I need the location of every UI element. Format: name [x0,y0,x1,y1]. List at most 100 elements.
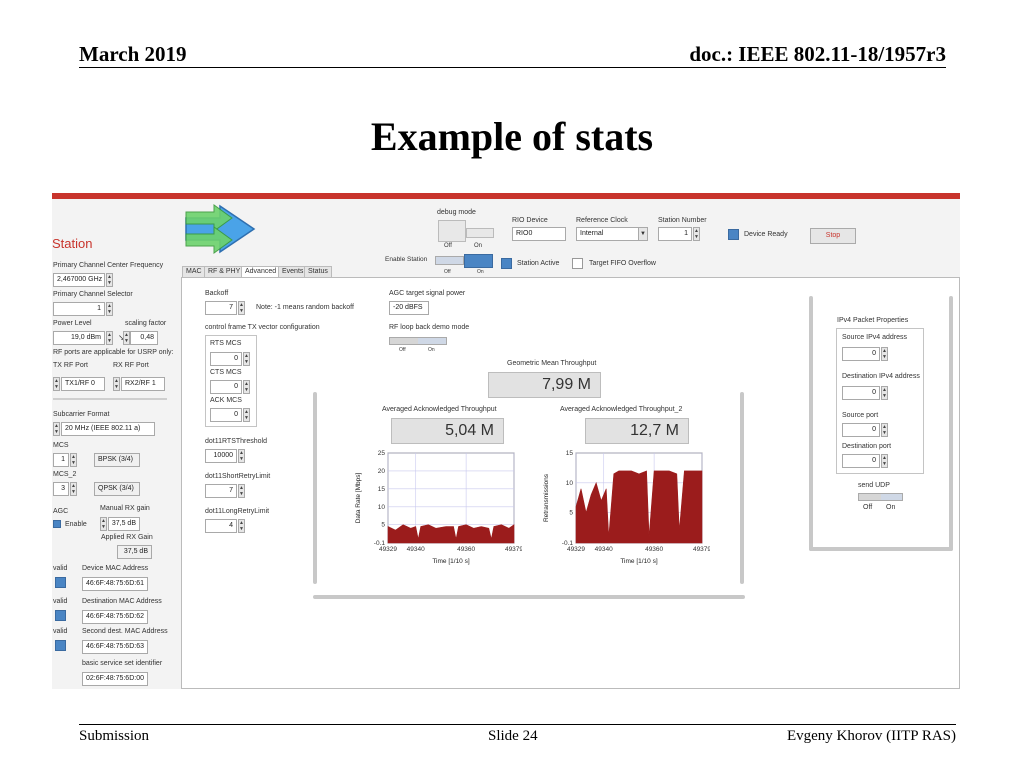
x-tick-label: 49379 [693,546,710,553]
dst-ip-label: Destination IPv4 address [842,373,920,380]
enable-station-off-label: Off [444,269,451,275]
backoff-field[interactable]: 7 [205,301,237,315]
power-level-spinner[interactable]: ▲ ▼ [106,331,113,345]
chevron-down-icon[interactable]: ▼ [638,227,648,241]
src-port-spinner[interactable]: ▲ ▼ [881,423,888,437]
x-tick-label: 49329 [567,546,585,553]
station-number-field[interactable]: 1 [658,227,692,241]
y-tick-label: 10 [566,480,574,487]
ack-mcs-spinner[interactable]: ▲ ▼ [243,408,250,422]
tx-rf-field[interactable]: TX1/RF 0 [61,377,105,391]
scaling-factor-spinner[interactable]: ▲ ▼ [123,331,130,345]
dst-port-spinner[interactable]: ▲ ▼ [881,454,888,468]
station-number-label: Station Number [658,217,707,224]
cts-mcs-spinner[interactable]: ▲ ▼ [243,380,250,394]
station-active-label: Station Active [517,260,560,267]
stop-button[interactable]: Stop [810,228,856,244]
rio-device-label: RIO Device [512,217,548,224]
ack-mcs-field[interactable]: 0 [210,408,242,422]
rf-loop-switch[interactable] [389,337,447,345]
y-tick-label: 5 [381,522,385,529]
enable-station-off[interactable] [435,256,464,265]
rts-mcs-spinner[interactable]: ▲ ▼ [243,352,250,366]
primary-sel-field[interactable]: 1 [53,302,105,316]
rx-rf-spinner[interactable]: ▲ ▼ [113,377,120,391]
bssid-field[interactable]: 02:6F:48:75:6D:00 [82,672,148,686]
debug-mode-switch[interactable] [438,220,466,242]
scaling-factor-field[interactable]: 0,48 [130,331,158,345]
dst-port-field[interactable]: 0 [842,454,880,468]
src-port-field[interactable]: 0 [842,423,880,437]
dst-ip-field[interactable]: 0 [842,386,880,400]
app-screenshot: Station debug mode Off On RIO Device RIO… [52,193,960,689]
debug-mode-track[interactable] [466,228,494,238]
station-label: Station [52,236,93,251]
primary-freq-spinner[interactable]: ▲ ▼ [106,273,113,287]
x-axis-label: Time [1/10 s] [432,558,470,565]
enable-station-switch[interactable] [464,254,493,268]
rts-threshold-field[interactable]: 10000 [205,449,237,463]
enable-station-label: Enable Station [385,256,428,263]
send-udp-switch[interactable] [858,493,903,501]
mcs2-spinner[interactable]: ▲ ▼ [70,482,77,496]
data-rate-chart: 49329 49340 49360 49379 25 20 15 10 5 -0.1 Time [1… [355,450,522,565]
tx-rf-spinner[interactable]: ▲ ▼ [53,377,60,391]
agc-label: AGC [53,508,69,515]
device-mac-field[interactable]: 46:6F:48:75:6D:61 [82,577,148,591]
long-retry-spinner[interactable]: ▲ ▼ [238,519,245,533]
dst-ip-spinner[interactable]: ▲ ▼ [881,386,888,400]
panel-frame-right [740,392,744,584]
slide-date: March 2019 [79,42,187,66]
long-retry-field[interactable]: 4 [205,519,237,533]
y-tick-label: 15 [566,450,574,457]
long-retry-label: dot11LongRetryLimit [205,508,270,515]
agc-target-field[interactable]: -20 dBFS [389,301,429,315]
short-retry-field[interactable]: 7 [205,484,237,498]
applied-rx-value: 37,5 dB [117,545,152,559]
ref-clock-select[interactable]: Internal [576,227,640,241]
subcarrier-field[interactable]: 20 MHz (IEEE 802.11 a) [61,422,155,436]
short-retry-spinner[interactable]: ▲ ▼ [238,484,245,498]
device-ready-label: Device Ready [744,231,788,238]
src-port-label: Source port [842,412,879,419]
slide-title: Example of stats [370,114,654,159]
rts-threshold-spinner[interactable]: ▲ ▼ [238,449,245,463]
station-number-spinner[interactable]: ▲ ▼ [693,227,700,241]
dest-mac-field[interactable]: 46:6F:48:75:6D:62 [82,610,148,624]
primary-sel-spinner[interactable]: ▲ ▼ [106,302,113,316]
subcarrier-spinner[interactable]: ▲ ▼ [53,422,60,436]
debug-mode-label: debug mode [437,209,476,216]
manual-rx-label: Manual RX gain [100,505,150,512]
src-ip-field[interactable]: 0 [842,347,880,361]
device-mac-valid [55,577,66,588]
send-udp-off-label: Off [863,504,873,511]
power-level-label: Power Level [53,320,92,327]
backoff-spinner[interactable]: ▲ ▼ [238,301,245,315]
mcs2-field[interactable]: 3 [53,482,69,496]
manual-rx-field[interactable]: 37,5 dB [108,517,140,531]
footer-divider [79,724,956,725]
right-frame-right [949,296,953,551]
agc-enable-checkbox[interactable] [53,520,61,528]
mcs-field[interactable]: 1 [53,453,69,467]
primary-freq-field[interactable]: 2,467000 GHz [53,273,105,287]
footer-author: Evgeny Khorov (IITP RAS) [786,728,956,744]
geo-throughput-label: Geometric Mean Throughput [507,360,597,367]
agc-target-label: AGC target signal power [389,290,466,297]
power-level-field[interactable]: 19,0 dBm [53,331,105,345]
rx-rf-field[interactable]: RX2/RF 1 [121,377,165,391]
mcs-spinner[interactable]: ▲ ▼ [70,453,77,467]
rx-rf-label: RX RF Port [113,362,149,369]
second-mac-field[interactable]: 46:6F:48:75:6D:63 [82,640,148,654]
debug-on-label: On [474,243,483,249]
rts-mcs-field[interactable]: 0 [210,352,242,366]
header-divider [79,67,946,68]
cts-mcs-field[interactable]: 0 [210,380,242,394]
send-udp-on-label: On [886,504,896,511]
rio-device-field[interactable]: RIO0 [512,227,566,241]
manual-rx-spinner[interactable]: ▲ ▼ [100,517,107,531]
ref-clock-label: Reference Clock [576,217,628,224]
src-ip-spinner[interactable]: ▲ ▼ [881,347,888,361]
valid-label-2: valid [53,598,68,605]
y-tick-label: -0.1 [562,540,574,547]
